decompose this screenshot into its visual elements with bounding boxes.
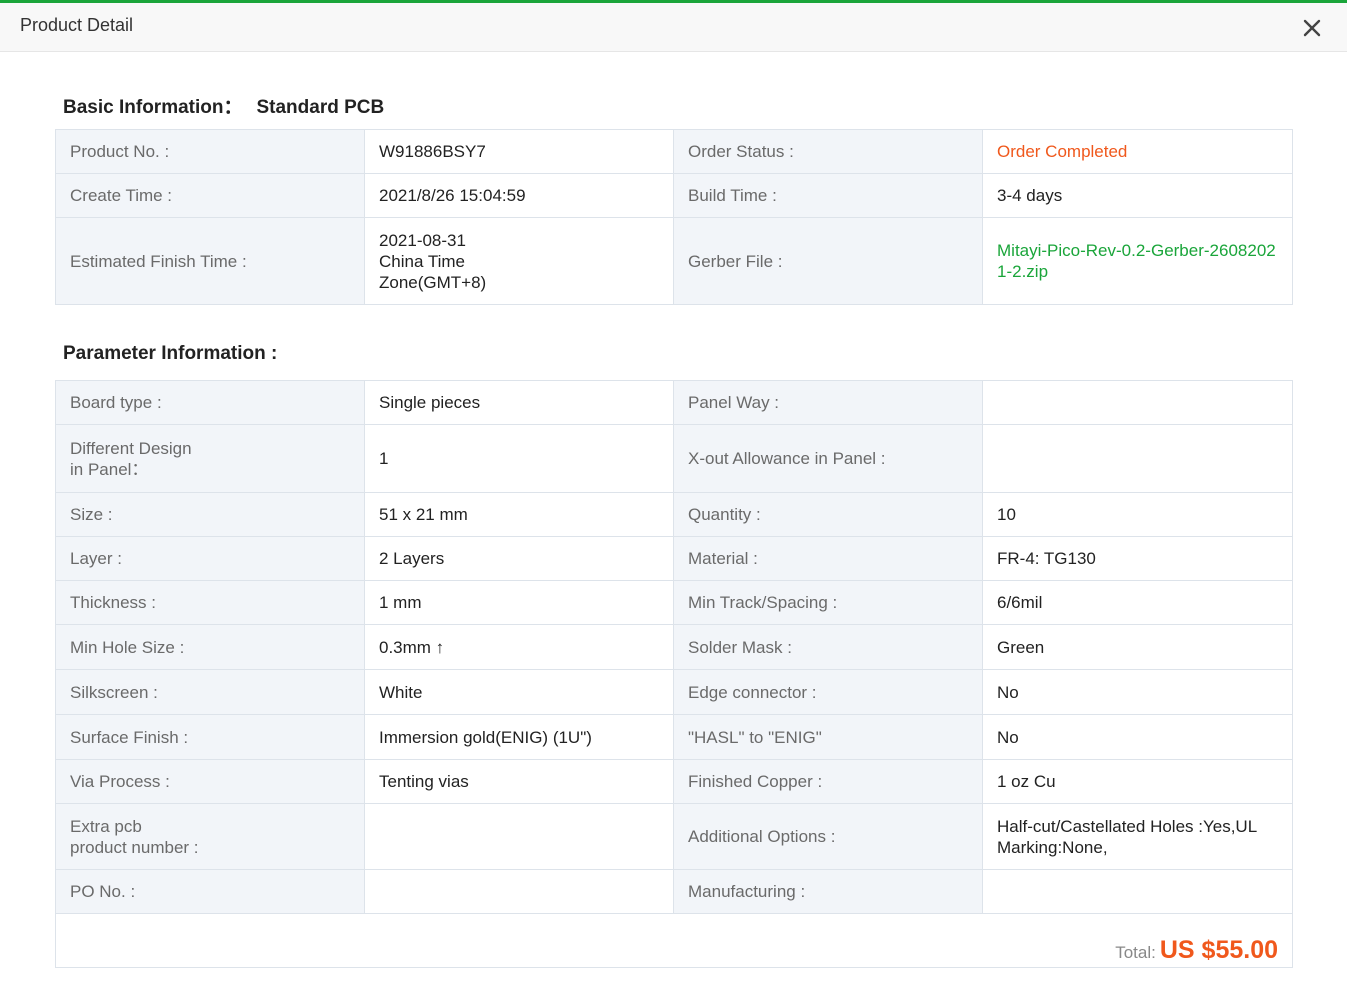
param-value: 0.3mm ↑	[364, 624, 674, 670]
param-value	[364, 803, 674, 870]
table-row: Thickness :1 mm Min Track/Spacing :6/6mil	[55, 580, 1293, 625]
param-value: No	[982, 714, 1293, 760]
product-no-value: W91886BSY7	[364, 129, 674, 174]
param-value: 2 Layers	[364, 536, 674, 581]
param-value	[364, 869, 674, 914]
table-row: Silkscreen : White Edge connector : No	[55, 669, 1293, 715]
param-value: 1	[364, 424, 674, 493]
param-label: Solder Mask :	[673, 624, 983, 670]
param-label: Different Design in Panel：	[55, 424, 365, 493]
param-value	[982, 869, 1293, 914]
param-label: Board type :	[55, 380, 365, 425]
dialog-title: Product Detail	[20, 15, 134, 35]
table-row: Via Process : Tenting vias Finished Copper…	[55, 759, 1293, 804]
param-value: 6/6mil	[982, 580, 1293, 625]
build-time-value: 3-4 days	[982, 173, 1293, 218]
param-value	[982, 424, 1293, 493]
param-info-table: Board type : Single pieces Panel Way : Diff…	[55, 380, 1293, 968]
table-row: Extra pcb product number : Additional Opt…	[55, 803, 1293, 870]
param-label: Quantity :	[673, 492, 983, 537]
param-label: Min Track/Spacing :	[673, 580, 983, 625]
gerber-file-label: Gerber File :	[673, 217, 983, 305]
param-value: Immersion gold(ENIG) (1U")	[364, 714, 674, 760]
total-cell: Total: US $55.00	[55, 913, 1293, 968]
total-value: US $55.00	[1159, 935, 1278, 964]
param-label: Finished Copper :	[673, 759, 983, 804]
estimated-finish-value: 2021-08-31 China Time Zone(GMT+8)	[364, 217, 674, 305]
create-time-value: 2021/8/26 15:04:59	[364, 173, 674, 218]
param-label: Additional Options :	[673, 803, 983, 870]
param-value	[982, 380, 1293, 425]
param-label: Manufacturing :	[673, 869, 983, 914]
table-row: Layer :2 Layers Material : FR-4: TG130	[55, 536, 1293, 581]
table-row: Create Time : 2021/8/26 15:04:59 Build T…	[55, 173, 1293, 218]
gerber-file-link[interactable]: Mitayi-Pico-Rev-0.2-Gerber-26082021-2.zi…	[982, 217, 1293, 305]
basic-info-heading: Basic Information： Standard PCB	[63, 92, 384, 119]
param-value: No	[982, 669, 1293, 715]
dialog-header: Product Detail	[0, 3, 1347, 52]
param-label: Surface Finish :	[55, 714, 365, 760]
create-time-label: Create Time :	[55, 173, 365, 218]
table-row: Different Design in Panel： 1 X-out Allowan…	[55, 424, 1293, 493]
param-value: Green	[982, 624, 1293, 670]
param-label: Panel Way :	[673, 380, 983, 425]
basic-info-table: Product No. : W91886BSY7 Order Status : …	[55, 129, 1293, 305]
table-row: PO No. : Manufacturing :	[55, 869, 1293, 914]
param-value: 1 mm	[364, 580, 674, 625]
param-label: "HASL" to "ENIG"	[673, 714, 983, 760]
table-row: Min Hole Size :0.3mm ↑ Solder Mask : Green	[55, 624, 1293, 670]
param-value: FR-4: TG130	[982, 536, 1293, 581]
close-icon[interactable]	[1301, 17, 1323, 39]
param-value: Half-cut/Castellated Holes :Yes,UL Marki…	[982, 803, 1293, 870]
param-label: PO No. :	[55, 869, 365, 914]
basic-info-title: Basic Information：	[63, 97, 243, 118]
table-row: Surface Finish : Immersion gold(ENIG) (1U…	[55, 714, 1293, 760]
param-label: Edge connector :	[673, 669, 983, 715]
order-status-label: Order Status :	[673, 129, 983, 174]
param-label: Via Process :	[55, 759, 365, 804]
param-value: 10	[982, 492, 1293, 537]
param-value: Tenting vias	[364, 759, 674, 804]
param-label: Thickness :	[55, 580, 365, 625]
order-status-value: Order Completed	[982, 129, 1293, 174]
estimated-finish-label: Estimated Finish Time :	[55, 217, 365, 305]
product-type: Standard PCB	[256, 97, 385, 118]
total-row: Total: US $55.00	[55, 913, 1293, 968]
param-info-heading: Parameter Information :	[63, 343, 278, 364]
build-time-label: Build Time :	[673, 173, 983, 218]
param-value: Single pieces	[364, 380, 674, 425]
table-row: Size :51 x 21 mm Quantity :10	[55, 492, 1293, 537]
table-row: Product No. : W91886BSY7 Order Status : …	[55, 129, 1293, 174]
param-value: 51 x 21 mm	[364, 492, 674, 537]
param-label: Min Hole Size :	[55, 624, 365, 670]
param-label: Silkscreen :	[55, 669, 365, 715]
param-label: Layer :	[55, 536, 365, 581]
total-label: Total:	[1115, 942, 1156, 962]
param-value: 1 oz Cu	[982, 759, 1293, 804]
table-row: Board type : Single pieces Panel Way :	[55, 380, 1293, 425]
param-label: Size :	[55, 492, 365, 537]
param-value: White	[364, 669, 674, 715]
param-label: X-out Allowance in Panel :	[673, 424, 983, 493]
param-label: Material :	[673, 536, 983, 581]
table-row: Estimated Finish Time : 2021-08-31 China…	[55, 217, 1293, 305]
product-no-label: Product No. :	[55, 129, 365, 174]
param-label: Extra pcb product number :	[55, 803, 365, 870]
